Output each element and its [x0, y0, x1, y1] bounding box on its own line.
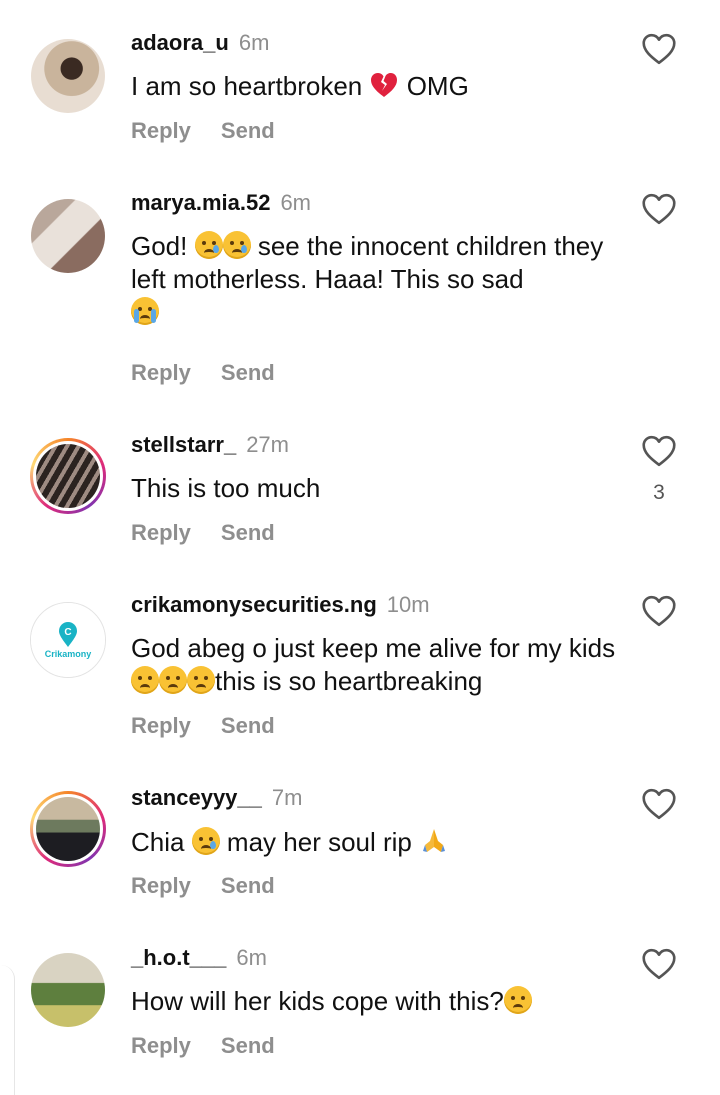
weary-face-icon: [159, 666, 187, 694]
weary-face-icon: [503, 986, 532, 1014]
like-count: 3: [653, 481, 665, 504]
send-button[interactable]: Send: [221, 360, 275, 386]
heart-outline-icon[interactable]: [641, 33, 677, 65]
comment-text: This is too much: [131, 473, 321, 503]
loudly-crying-face-icon: [131, 297, 159, 325]
comment-username[interactable]: _h.o.t___: [131, 945, 226, 970]
crying-face-icon: [191, 827, 220, 855]
heart-outline-icon[interactable]: [641, 435, 677, 467]
send-button[interactable]: Send: [221, 520, 275, 546]
send-button[interactable]: Send: [221, 118, 275, 144]
comment-text: Chia may her soul rip: [131, 825, 621, 859]
comment-username[interactable]: stellstarr_: [131, 432, 236, 457]
heart-outline-icon[interactable]: [641, 595, 677, 627]
avatar[interactable]: [30, 38, 106, 114]
comment-timestamp: 7m: [271, 785, 303, 810]
comment-text: God! see the innocent children they left…: [131, 230, 621, 329]
comment-timestamp: 27m: [246, 432, 289, 457]
reply-button[interactable]: Reply: [131, 1033, 191, 1059]
comment-username[interactable]: crikamonysecurities.ng: [131, 592, 377, 617]
send-button[interactable]: Send: [221, 1033, 275, 1059]
reply-button[interactable]: Reply: [131, 360, 191, 386]
comment-timestamp: 6m: [236, 945, 267, 970]
comment-text: I am so heartbroken OMG: [131, 71, 469, 101]
weary-face-icon: [187, 666, 215, 694]
crying-face-icon: [222, 231, 251, 259]
comment-text: How will her kids cope with this?: [131, 985, 621, 1018]
comment-timestamp: 6m: [280, 190, 311, 215]
weary-face-icon: [131, 666, 159, 694]
comment-timestamp: 6m: [238, 30, 270, 55]
brand-logo-text: Crikamony: [44, 648, 92, 659]
folded-hands-icon: [423, 829, 446, 852]
comment-text: God abeg o just keep me alive for my kid…: [131, 633, 616, 696]
avatar[interactable]: [30, 438, 106, 514]
reply-button[interactable]: Reply: [131, 713, 191, 739]
avatar[interactable]: [30, 952, 106, 1028]
avatar[interactable]: [30, 791, 106, 867]
broken-heart-icon: [371, 73, 398, 97]
heart-outline-icon[interactable]: [641, 788, 677, 820]
heart-outline-icon[interactable]: [641, 193, 677, 225]
reply-button[interactable]: Reply: [131, 873, 191, 899]
crying-face-icon: [194, 231, 223, 259]
comment-username[interactable]: adaora_u: [131, 30, 229, 55]
svg-text:C: C: [64, 627, 71, 638]
bottom-sheet-edge: [0, 965, 15, 1095]
avatar[interactable]: C Crikamony: [30, 602, 106, 678]
comment-timestamp: 10m: [386, 592, 430, 617]
heart-outline-icon[interactable]: [641, 948, 677, 980]
comment-username[interactable]: marya.mia.52: [131, 190, 270, 215]
location-pin-logo-icon: C: [59, 621, 77, 647]
reply-button[interactable]: Reply: [131, 520, 191, 546]
comment-username[interactable]: stanceyyy__: [131, 785, 262, 810]
send-button[interactable]: Send: [221, 713, 275, 739]
reply-button[interactable]: Reply: [131, 118, 191, 144]
send-button[interactable]: Send: [221, 873, 275, 899]
avatar[interactable]: [30, 198, 106, 274]
